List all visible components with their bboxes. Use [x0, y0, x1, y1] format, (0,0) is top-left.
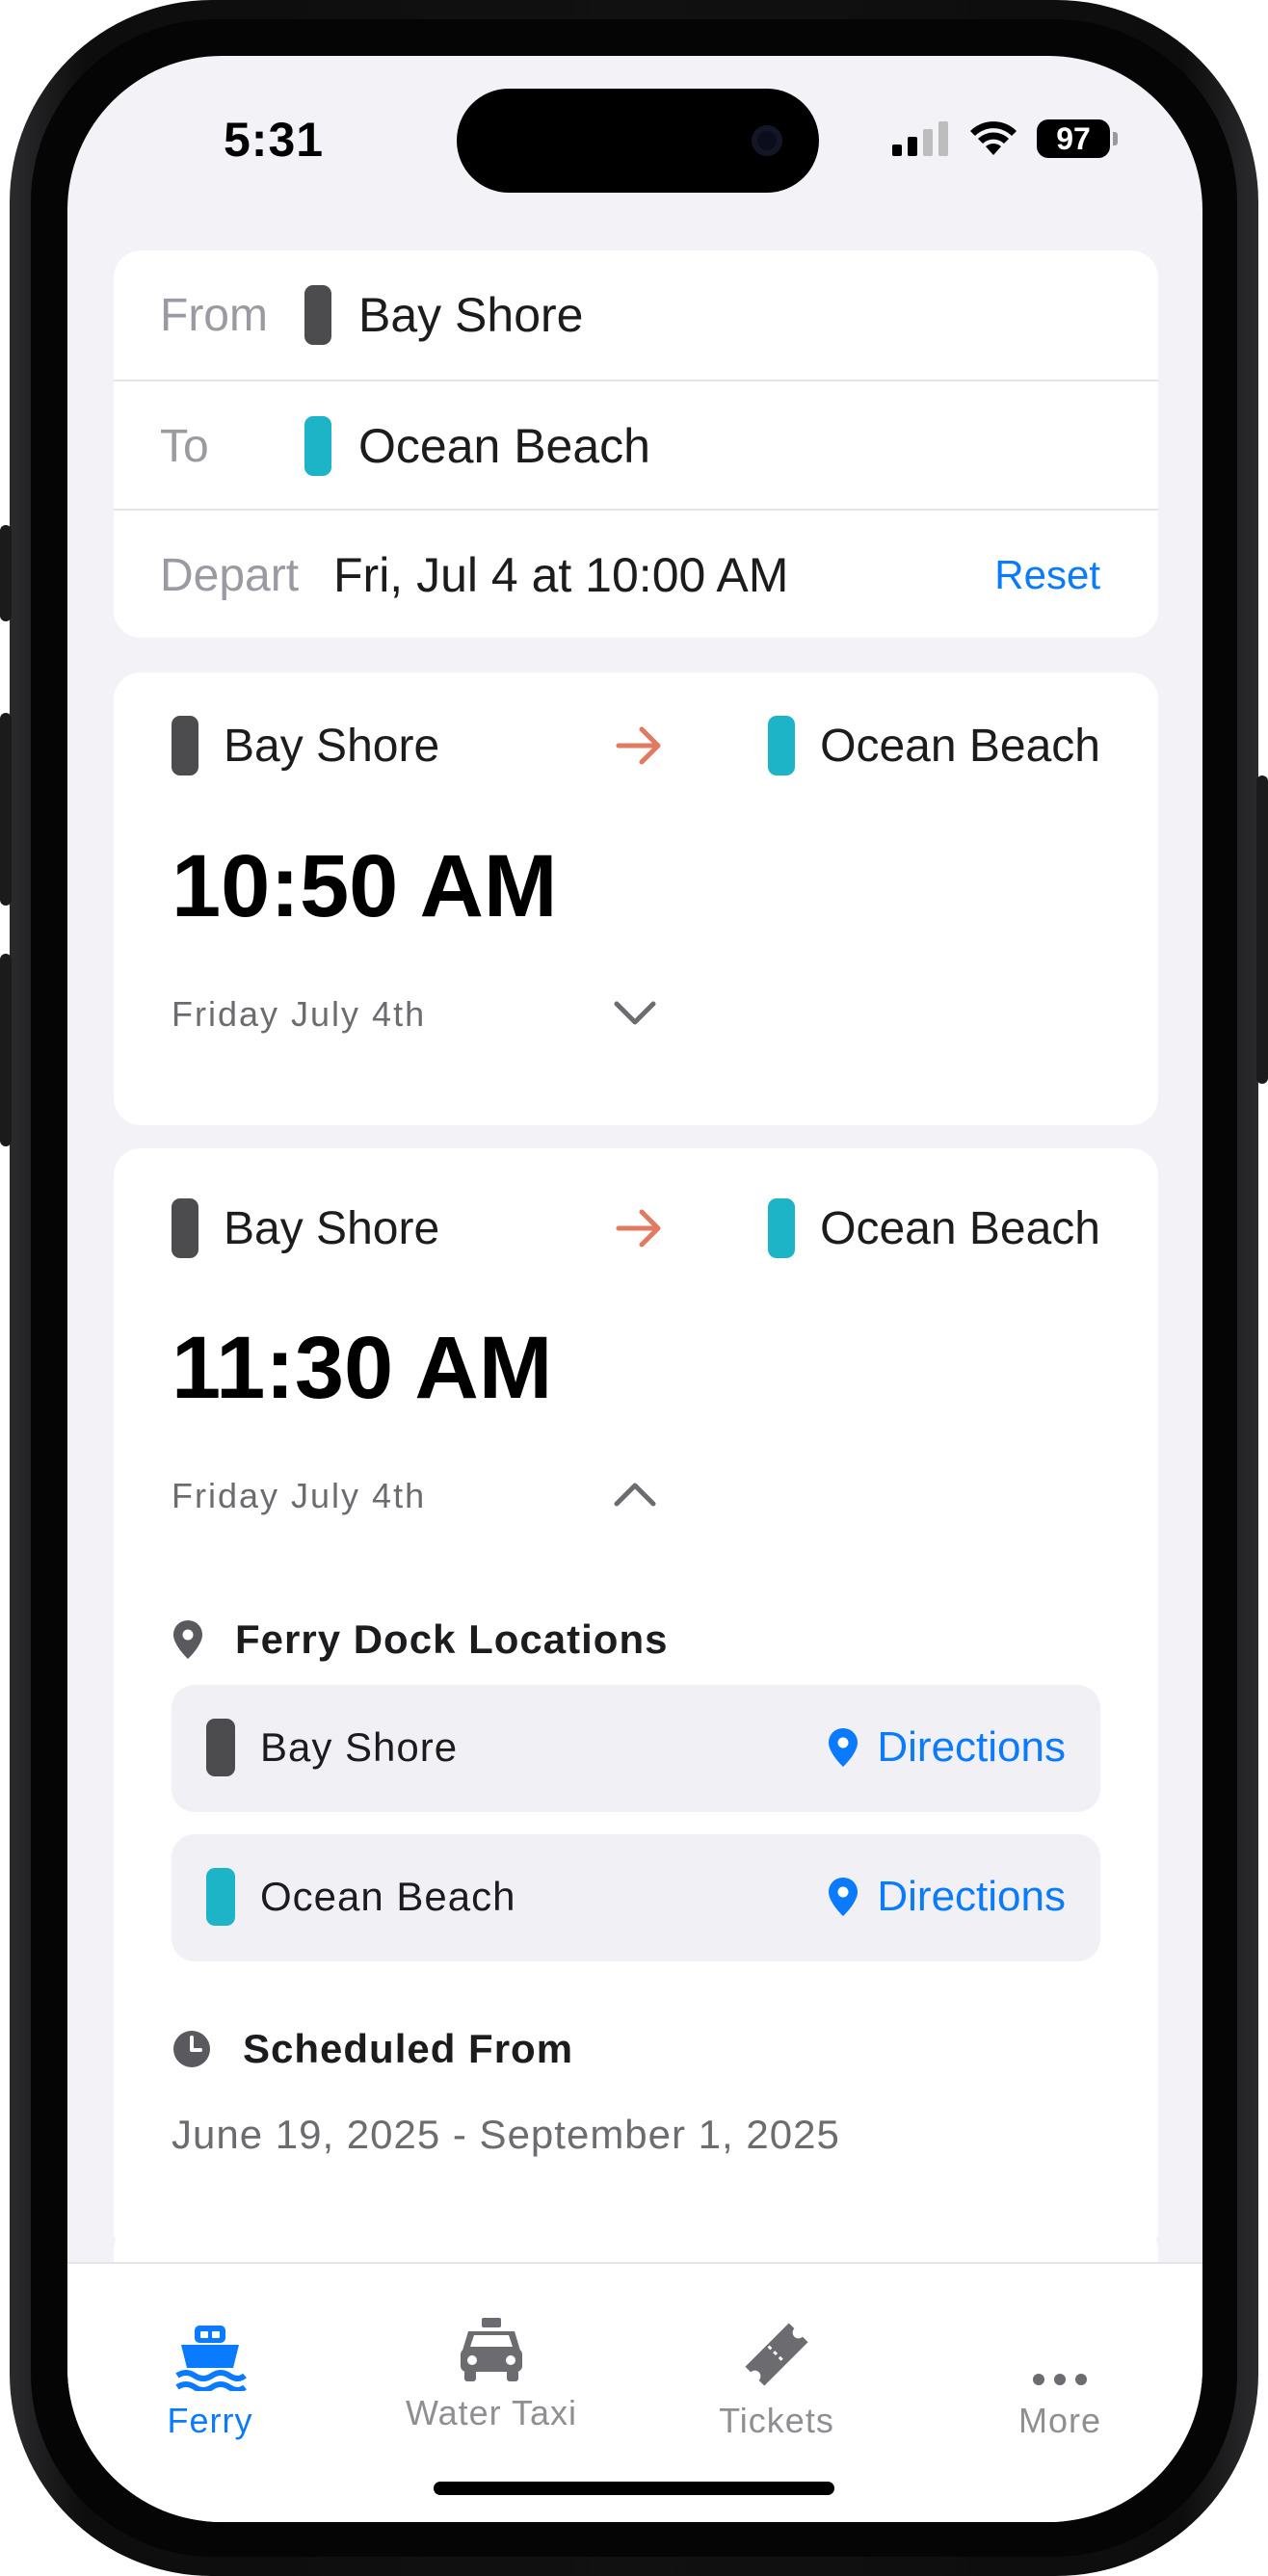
ocean-beach-marker-icon — [304, 416, 331, 476]
trip-origin-name: Bay Shore — [224, 720, 440, 772]
depart-label: Depart — [160, 549, 300, 601]
power-button — [1256, 775, 1268, 1084]
volume-down-button — [0, 954, 12, 1146]
status-indicators: 97 — [892, 118, 1118, 160]
tab-label: Tickets — [719, 2401, 834, 2440]
dock-row-bay-shore: Bay Shore Directions — [172, 1685, 1100, 1812]
clock-icon — [173, 2031, 210, 2067]
depart-row[interactable]: Depart Fri, Jul 4 at 10:00 AM Reset — [114, 511, 1158, 640]
location-pin-icon — [829, 1878, 859, 1916]
battery-indicator: 97 — [1037, 119, 1118, 158]
tab-label: Ferry — [167, 2401, 253, 2440]
trip-card[interactable]: Bay Shore Ocean Beach 10:50 AM Friday Ju… — [114, 672, 1158, 1125]
dock-name-text: Ocean Beach — [260, 1874, 516, 1919]
schedule-range: June 19, 2025 - September 1, 2025 — [172, 2112, 840, 2157]
from-value: Bay Shore — [358, 288, 584, 342]
tab-tickets[interactable]: Tickets — [680, 2314, 873, 2441]
to-value: Ocean Beach — [358, 419, 650, 473]
dock-name: Bay Shore — [206, 1719, 458, 1776]
trip-route: Bay Shore Ocean Beach — [172, 1198, 1100, 1258]
trip-date: Friday July 4th — [172, 994, 427, 1034]
ocean-beach-marker-icon — [768, 716, 796, 775]
bay-shore-marker-icon — [304, 285, 331, 345]
trip-route: Bay Shore Ocean Beach — [172, 716, 1100, 775]
wifi-icon — [970, 121, 1017, 155]
directions-label: Directions — [877, 1723, 1066, 1771]
battery-level: 97 — [1056, 120, 1091, 156]
bay-shore-marker-icon — [172, 716, 198, 775]
departure-time: 10:50 AM — [172, 837, 558, 935]
schedule-heading: Scheduled From — [172, 2026, 573, 2072]
trip-origin-name: Bay Shore — [224, 1202, 440, 1254]
arrow-right-icon — [616, 1209, 661, 1248]
location-pin-icon — [829, 1728, 859, 1767]
trip-destination-name: Ocean Beach — [820, 720, 1100, 772]
trip-destination: Ocean Beach — [768, 1198, 1100, 1258]
app-screen: 5:31 97 From Bay Shore To Ocean Beach De… — [67, 56, 1202, 2522]
bay-shore-marker-icon — [172, 1198, 198, 1258]
depart-value: Fri, Jul 4 at 10:00 AM — [333, 548, 789, 602]
directions-label: Directions — [877, 1873, 1066, 1920]
directions-button[interactable]: Directions — [827, 1723, 1066, 1772]
tab-ferry[interactable]: Ferry — [114, 2314, 306, 2441]
from-label: From — [160, 289, 268, 341]
trip-origin: Bay Shore — [172, 1198, 439, 1258]
tab-label: More — [1017, 2401, 1102, 2440]
tab-more[interactable]: More — [964, 2314, 1156, 2441]
dock-name-text: Bay Shore — [260, 1724, 459, 1770]
tab-label: Water Taxi — [405, 2393, 578, 2432]
ticket-icon — [745, 2323, 808, 2386]
dock-locations-heading: Ferry Dock Locations — [172, 1617, 668, 1663]
from-row[interactable]: From Bay Shore — [114, 250, 1158, 380]
ferry-icon — [175, 2326, 247, 2391]
schedule-title: Scheduled From — [243, 2026, 574, 2071]
home-indicator[interactable] — [434, 2482, 834, 2495]
action-button — [0, 525, 12, 621]
directions-button[interactable]: Directions — [827, 1873, 1066, 1921]
more-icon — [1033, 2374, 1087, 2385]
ocean-beach-marker-icon — [768, 1198, 796, 1258]
dock-name: Ocean Beach — [206, 1868, 516, 1926]
trip-origin: Bay Shore — [172, 716, 439, 775]
arrow-right-icon — [616, 726, 661, 765]
departure-time: 11:30 AM — [172, 1319, 553, 1417]
dynamic-island — [457, 89, 819, 193]
search-form-card: From Bay Shore To Ocean Beach Depart Fri… — [114, 250, 1158, 638]
trip-date: Friday July 4th — [172, 1476, 427, 1515]
trip-card-expanded[interactable]: Bay Shore Ocean Beach 11:30 AM Friday Ju… — [114, 1148, 1158, 2256]
tab-water-taxi[interactable]: Water Taxi — [395, 2306, 588, 2433]
trip-destination-name: Ocean Beach — [820, 1202, 1100, 1254]
chevron-down-icon[interactable] — [613, 998, 657, 1027]
camera-icon — [752, 125, 782, 156]
bay-shore-marker-icon — [206, 1719, 235, 1776]
ocean-beach-marker-icon — [206, 1868, 235, 1926]
dock-locations-title: Ferry Dock Locations — [235, 1617, 669, 1662]
cellular-signal-icon — [892, 121, 948, 156]
volume-up-button — [0, 713, 12, 906]
dock-row-ocean-beach: Ocean Beach Directions — [172, 1834, 1100, 1961]
location-pin-icon — [173, 1620, 202, 1659]
chevron-up-icon[interactable] — [613, 1480, 657, 1509]
status-time: 5:31 — [224, 113, 325, 167]
to-label: To — [160, 420, 209, 472]
trip-destination: Ocean Beach — [768, 716, 1100, 775]
reset-button[interactable]: Reset — [994, 552, 1100, 598]
taxi-icon — [461, 2318, 522, 2381]
to-row[interactable]: To Ocean Beach — [114, 381, 1158, 511]
